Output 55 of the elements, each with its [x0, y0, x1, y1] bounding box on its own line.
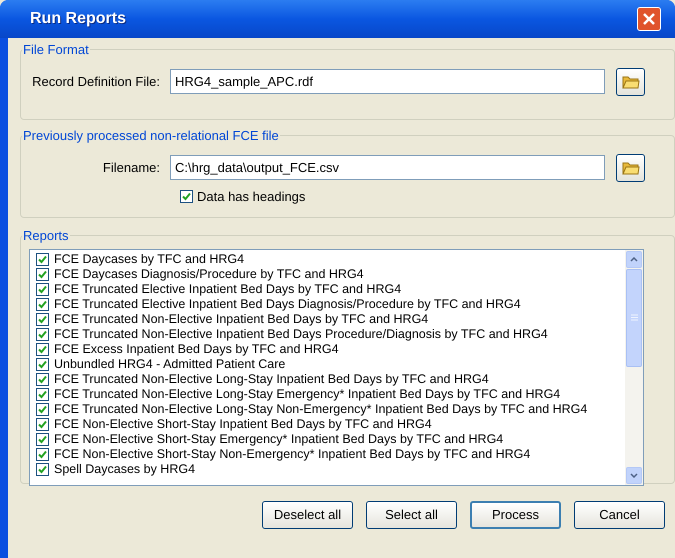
- report-label: Unbundled HRG4 - Admitted Patient Care: [54, 356, 286, 372]
- checkbox[interactable]: [36, 448, 49, 460]
- report-label: FCE Excess Inpatient Bed Days by TFC and HRG4: [54, 342, 339, 356]
- checkbox[interactable]: [36, 268, 49, 280]
- report-label: FCE Non-Elective Short-Stay Emergency* Inpatient Bed Days by TFC and HRG4: [54, 432, 504, 446]
- checkbox[interactable]: [36, 252, 49, 266]
- checkbox[interactable]: [36, 358, 49, 370]
- checkbox-label: Data has headings: [197, 188, 306, 206]
- report-label: FCE Truncated Non-Elective Long-Stay Inpatient Bed Days by TFC and HRG4: [54, 372, 489, 386]
- checkbox[interactable]: [36, 342, 49, 356]
- dialog-button[interactable]: Deselect all: [262, 501, 353, 529]
- window-title: Run Reports: [30, 9, 126, 29]
- dialog-button[interactable]: Select all: [366, 501, 457, 529]
- checkbox[interactable]: [36, 312, 49, 326]
- report-label: FCE Truncated Non-Elective Long-Stay Non-Emergency* Inpatient Bed Days by TFC and HRG4: [54, 402, 588, 416]
- report-label: FCE Daycases by TFC and HRG4: [54, 252, 244, 266]
- browse-button[interactable]: [616, 68, 645, 96]
- dialog-button[interactable]: Cancel: [574, 501, 665, 529]
- checkbox[interactable]: [36, 328, 49, 340]
- folder-icon: [622, 74, 640, 88]
- checkbox[interactable]: [36, 388, 49, 400]
- checkbox[interactable]: [36, 372, 49, 386]
- report-label: FCE Truncated Elective Inpatient Bed Days by TFC and HRG4: [54, 282, 402, 296]
- report-label: FCE Truncated Non-Elective Inpatient Bed Days by TFC and HRG4: [54, 312, 428, 326]
- grip-icon: [630, 314, 638, 321]
- group-title: Reports: [22, 227, 70, 245]
- folder-icon: [622, 160, 640, 174]
- report-label: FCE Non-Elective Short-Stay Inpatient Bed Days by TFC and HRG4: [54, 416, 432, 432]
- group-title: File Format: [22, 41, 90, 59]
- report-label: FCE Truncated Non-Elective Inpatient Bed Days Procedure/Diagnosis by TFC and HRG4: [54, 326, 548, 342]
- checkbox[interactable]: [180, 190, 193, 203]
- checkbox[interactable]: [36, 462, 49, 476]
- close-icon: [642, 12, 656, 26]
- field-label: Record Definition File:: [31, 72, 161, 91]
- close-button[interactable]: [637, 7, 661, 31]
- scroll-down-button[interactable]: [626, 466, 642, 484]
- group-title: Previously processed non-relational FCE file: [22, 127, 280, 145]
- report-label: FCE Truncated Elective Inpatient Bed Days Diagnosis/Procedure by TFC and HRG4: [54, 296, 521, 312]
- dialog-button[interactable]: Process: [470, 501, 561, 529]
- record-definition-field[interactable]: HRG4_sample_APC.rdf: [170, 69, 605, 94]
- checkbox[interactable]: [36, 282, 49, 296]
- checkbox[interactable]: [36, 418, 49, 430]
- checkbox[interactable]: [36, 432, 49, 446]
- scroll-thumb[interactable]: [626, 268, 642, 366]
- checkbox[interactable]: [36, 298, 49, 310]
- report-label: FCE Truncated Non-Elective Long-Stay Emergency* Inpatient Bed Days by TFC and HRG4: [54, 386, 560, 402]
- scrollbar[interactable]: [625, 250, 643, 484]
- report-label: FCE Non-Elective Short-Stay Non-Emergency* Inpatient Bed Days by TFC and HRG4: [54, 446, 530, 462]
- filename-field[interactable]: C:\hrg_data\output_FCE.csv: [170, 155, 605, 180]
- scroll-up-button[interactable]: [626, 250, 642, 268]
- report-label: FCE Daycases Diagnosis/Procedure by TFC and HRG4: [54, 266, 364, 282]
- checkbox[interactable]: [36, 402, 49, 416]
- field-label: Filename:: [102, 158, 161, 177]
- report-label: Spell Daycases by HRG4: [54, 462, 196, 476]
- browse-button[interactable]: [616, 154, 645, 182]
